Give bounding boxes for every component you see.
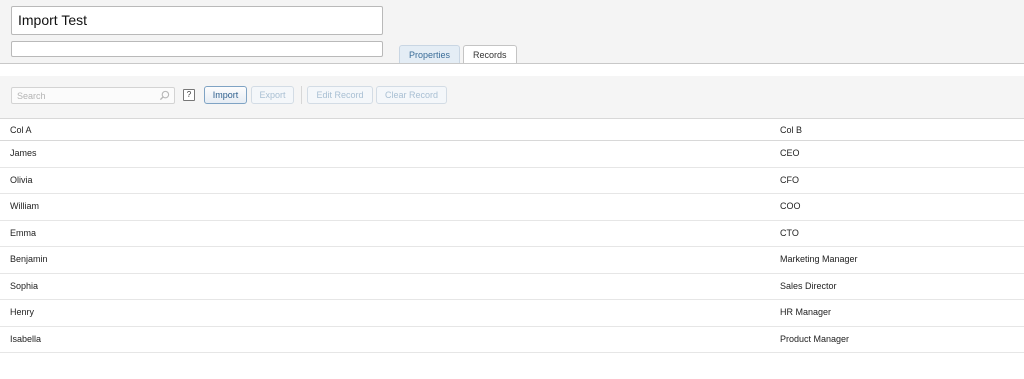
description-field[interactable] xyxy=(11,41,383,57)
cell-col-a: William xyxy=(10,201,39,211)
cell-col-a: Isabella xyxy=(10,333,42,344)
cell-col-a: Olivia xyxy=(10,174,33,185)
cell-col-b: COO xyxy=(780,201,801,211)
tab-bar: Properties Records xyxy=(399,45,517,65)
toolbar-divider xyxy=(301,86,302,104)
records-panel: Search ? Import Export Edit Record Clear… xyxy=(0,63,1024,379)
cell-col-b: CTO xyxy=(780,227,799,238)
tab-records[interactable]: Records xyxy=(463,45,517,65)
table-row[interactable]: Olivia CFO xyxy=(0,168,1024,194)
search-input[interactable]: Search xyxy=(11,87,175,104)
table-row[interactable]: Isabella Product Manager xyxy=(0,327,1024,353)
cell-col-a: Benjamin xyxy=(10,254,48,264)
cell-col-b: HR Manager xyxy=(780,307,832,317)
cell-col-b: Product Manager xyxy=(780,333,850,344)
search-icon[interactable] xyxy=(159,90,170,101)
cell-col-b: Sales Director xyxy=(780,280,837,291)
table-row[interactable]: Henry HR Manager xyxy=(0,300,1024,327)
cell-col-a: Sophia xyxy=(10,280,39,291)
table-row[interactable]: James CEO xyxy=(0,141,1024,168)
cell-col-b: CFO xyxy=(780,174,799,185)
help-icon[interactable]: ? xyxy=(183,89,195,101)
import-button[interactable]: Import xyxy=(204,86,247,104)
table-row[interactable]: Emma CTO xyxy=(0,221,1024,247)
cell-col-a: Henry xyxy=(10,307,35,317)
tab-properties[interactable]: Properties xyxy=(399,45,461,64)
column-header-col-b[interactable]: Col B xyxy=(780,119,802,141)
clear-record-button[interactable]: Clear Record xyxy=(376,86,447,104)
table-row[interactable]: Sophia Sales Director xyxy=(0,274,1024,300)
table-row[interactable]: William COO xyxy=(0,194,1024,221)
cell-col-b: Marketing Manager xyxy=(780,254,858,264)
cell-col-a: James xyxy=(10,148,37,158)
records-table: Col A Col B James CEO Olivia CFO William… xyxy=(0,118,1024,353)
table-row[interactable]: Benjamin Marketing Manager xyxy=(0,247,1024,274)
cell-col-a: Emma xyxy=(10,227,37,238)
cell-col-b: CEO xyxy=(780,148,800,158)
export-button[interactable]: Export xyxy=(251,86,294,104)
title-field[interactable]: Import Test xyxy=(11,6,383,35)
column-header-col-a[interactable]: Col A xyxy=(10,119,32,141)
edit-record-button[interactable]: Edit Record xyxy=(307,86,373,104)
table-header: Col A Col B xyxy=(0,118,1024,141)
search-placeholder: Search xyxy=(17,91,46,101)
